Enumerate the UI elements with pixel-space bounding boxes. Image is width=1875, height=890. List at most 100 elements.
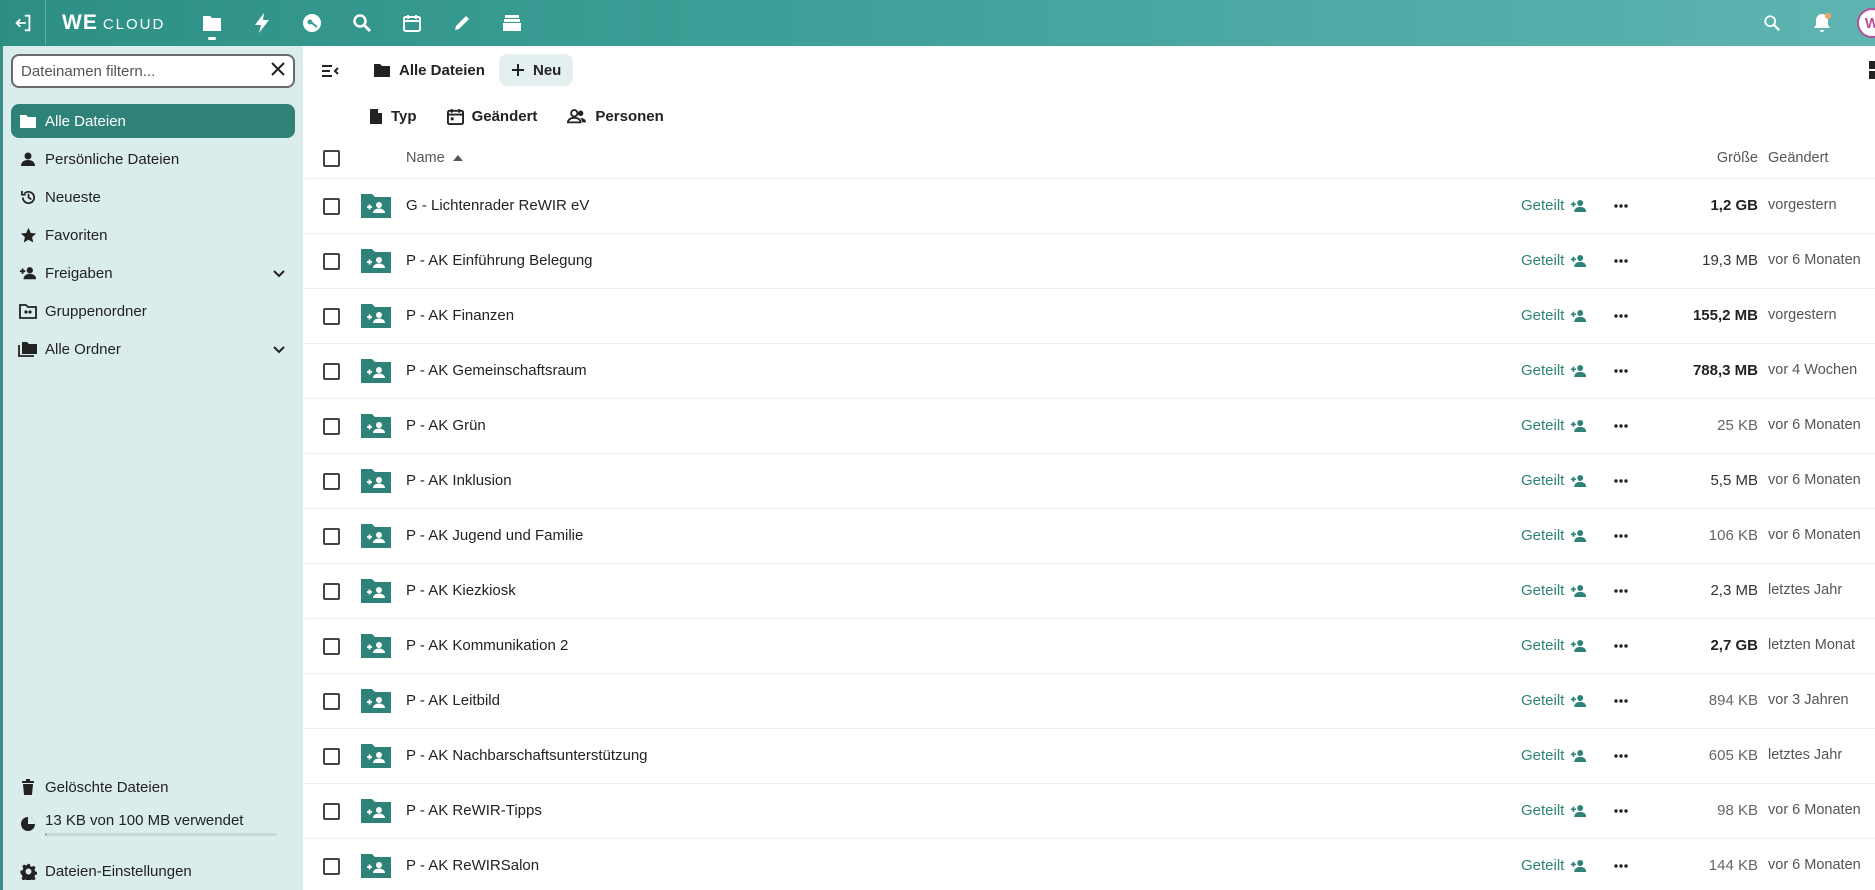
shared-folder-icon[interactable] <box>359 852 393 880</box>
row-checkbox[interactable] <box>323 418 340 435</box>
more-actions-icon[interactable] <box>1611 251 1631 271</box>
select-all-checkbox[interactable] <box>323 150 340 167</box>
file-name[interactable]: P - AK Gemeinschaftsraum <box>406 362 587 379</box>
row-checkbox[interactable] <box>323 858 340 875</box>
row-checkbox[interactable] <box>323 748 340 765</box>
sidebar-item-files-settings[interactable]: Dateien-Einstellungen <box>11 852 295 890</box>
shared-folder-icon[interactable] <box>359 632 393 660</box>
shared-folder-icon[interactable] <box>359 302 393 330</box>
row-checkbox[interactable] <box>323 638 340 655</box>
sidebar-item-personal-files[interactable]: Persönliche Dateien <box>11 142 295 176</box>
more-actions-icon[interactable] <box>1611 801 1631 821</box>
more-actions-icon[interactable] <box>1611 691 1631 711</box>
row-checkbox[interactable] <box>323 198 340 215</box>
file-name[interactable]: P - AK Inklusion <box>406 472 512 489</box>
file-name[interactable]: P - AK Finanzen <box>406 307 514 324</box>
shared-folder-icon[interactable] <box>359 467 393 495</box>
row-checkbox[interactable] <box>323 693 340 710</box>
clear-filter-icon[interactable] <box>271 61 285 81</box>
shared-folder-icon[interactable] <box>359 577 393 605</box>
table-row[interactable]: P - AK Einführung Belegung Geteilt 19,3 MB… <box>303 234 1875 289</box>
shared-button[interactable]: Geteilt <box>1521 692 1587 709</box>
file-name[interactable]: P - AK Kommunikation 2 <box>406 637 568 654</box>
file-name[interactable]: P - AK Leitbild <box>406 692 500 709</box>
table-row[interactable]: P - AK Leitbild Geteilt 894 KB vor 3 Jahren <box>303 674 1875 729</box>
sidebar-item-all-folders[interactable]: Alle Ordner <box>11 332 295 366</box>
shared-button[interactable]: Geteilt <box>1521 637 1587 654</box>
shared-folder-icon[interactable] <box>359 797 393 825</box>
notes-app-icon[interactable] <box>437 0 487 46</box>
more-actions-icon[interactable] <box>1611 636 1631 656</box>
breadcrumb[interactable]: Alle Dateien <box>373 54 485 86</box>
sort-by-name[interactable]: Name <box>406 150 463 166</box>
more-actions-icon[interactable] <box>1611 196 1631 216</box>
more-actions-icon[interactable] <box>1611 306 1631 326</box>
more-actions-icon[interactable] <box>1611 746 1631 766</box>
files-app-icon[interactable] <box>187 0 237 46</box>
filename-filter-input[interactable] <box>21 62 271 80</box>
sidebar-item-deleted-files[interactable]: Gelöschte Dateien <box>11 768 295 806</box>
row-checkbox[interactable] <box>323 583 340 600</box>
column-header-modified[interactable]: Geändert <box>1768 150 1828 166</box>
more-actions-icon[interactable] <box>1611 526 1631 546</box>
row-checkbox[interactable] <box>323 473 340 490</box>
table-row[interactable]: P - AK ReWIR-Tipps Geteilt 98 KB vor 6 Mona… <box>303 784 1875 839</box>
table-row[interactable]: P - AK Jugend und Familie Geteilt 106 KB vo… <box>303 509 1875 564</box>
grid-view-icon[interactable] <box>1869 60 1875 85</box>
shared-folder-icon[interactable] <box>359 192 393 220</box>
search-icon[interactable] <box>1747 0 1797 46</box>
shared-button[interactable]: Geteilt <box>1521 197 1587 214</box>
notifications-bell-icon[interactable] <box>1797 0 1847 46</box>
more-actions-icon[interactable] <box>1611 856 1631 876</box>
chevron-down-icon[interactable] <box>273 265 285 282</box>
more-actions-icon[interactable] <box>1611 471 1631 491</box>
shared-button[interactable]: Geteilt <box>1521 802 1587 819</box>
shared-button[interactable]: Geteilt <box>1521 857 1587 874</box>
sidebar-item-recent[interactable]: Neueste <box>11 180 295 214</box>
shared-folder-icon[interactable] <box>359 412 393 440</box>
logo[interactable]: WE CLOUD <box>62 11 165 35</box>
row-checkbox[interactable] <box>323 308 340 325</box>
table-row[interactable]: P - AK Gemeinschaftsraum Geteilt 788,3 MB v… <box>303 344 1875 399</box>
shared-folder-icon[interactable] <box>359 357 393 385</box>
activity-app-icon[interactable] <box>237 0 287 46</box>
column-header-size[interactable]: Größe <box>1717 150 1758 166</box>
table-row[interactable]: P - AK ReWIRSalon Geteilt 144 KB vor 6 Mona… <box>303 839 1875 890</box>
table-row[interactable]: P - AK Kommunikation 2 Geteilt 2,7 GB letzt… <box>303 619 1875 674</box>
deck-app-icon[interactable] <box>487 0 537 46</box>
file-name[interactable]: P - AK Kiezkiosk <box>406 582 516 599</box>
table-row[interactable]: G - Lichtenrader ReWIR eV Geteilt 1,2 GB vo… <box>303 179 1875 234</box>
user-avatar[interactable]: W <box>1857 8 1875 38</box>
more-actions-icon[interactable] <box>1611 581 1631 601</box>
file-name[interactable]: P - AK Nachbarschaftsunterstützung <box>406 747 648 764</box>
more-actions-icon[interactable] <box>1611 416 1631 436</box>
shared-folder-icon[interactable] <box>359 247 393 275</box>
calendar-app-icon[interactable] <box>387 0 437 46</box>
storage-quota[interactable]: 13 KB von 100 MB verwendet <box>11 806 295 852</box>
search-app-icon[interactable] <box>337 0 387 46</box>
file-name[interactable]: G - Lichtenrader ReWIR eV <box>406 197 589 214</box>
filter-type-button[interactable]: Typ <box>369 108 417 125</box>
file-name[interactable]: P - AK ReWIR-Tipps <box>406 802 542 819</box>
shared-button[interactable]: Geteilt <box>1521 252 1587 269</box>
shared-folder-icon[interactable] <box>359 522 393 550</box>
row-checkbox[interactable] <box>323 803 340 820</box>
row-checkbox[interactable] <box>323 363 340 380</box>
exit-icon[interactable] <box>0 0 46 46</box>
new-button[interactable]: Neu <box>499 54 574 86</box>
table-row[interactable]: P - AK Finanzen Geteilt 155,2 MB vorgestern <box>303 289 1875 344</box>
more-actions-icon[interactable] <box>1611 361 1631 381</box>
shared-button[interactable]: Geteilt <box>1521 307 1587 324</box>
shared-button[interactable]: Geteilt <box>1521 527 1587 544</box>
sidebar-item-group-folders[interactable]: Gruppenordner <box>11 294 295 328</box>
table-row[interactable]: P - AK Nachbarschaftsunterstützung Geteil… <box>303 729 1875 784</box>
shared-button[interactable]: Geteilt <box>1521 747 1587 764</box>
sidebar-item-all-files[interactable]: Alle Dateien <box>11 104 295 138</box>
file-name[interactable]: P - AK Einführung Belegung <box>406 252 593 269</box>
collapse-sidebar-icon[interactable] <box>317 58 343 84</box>
file-name[interactable]: P - AK Jugend und Familie <box>406 527 583 544</box>
row-checkbox[interactable] <box>323 528 340 545</box>
file-name[interactable]: P - AK ReWIRSalon <box>406 857 539 874</box>
table-row[interactable]: P - AK Grün Geteilt 25 KB vor 6 Monaten <box>303 399 1875 454</box>
shared-button[interactable]: Geteilt <box>1521 582 1587 599</box>
